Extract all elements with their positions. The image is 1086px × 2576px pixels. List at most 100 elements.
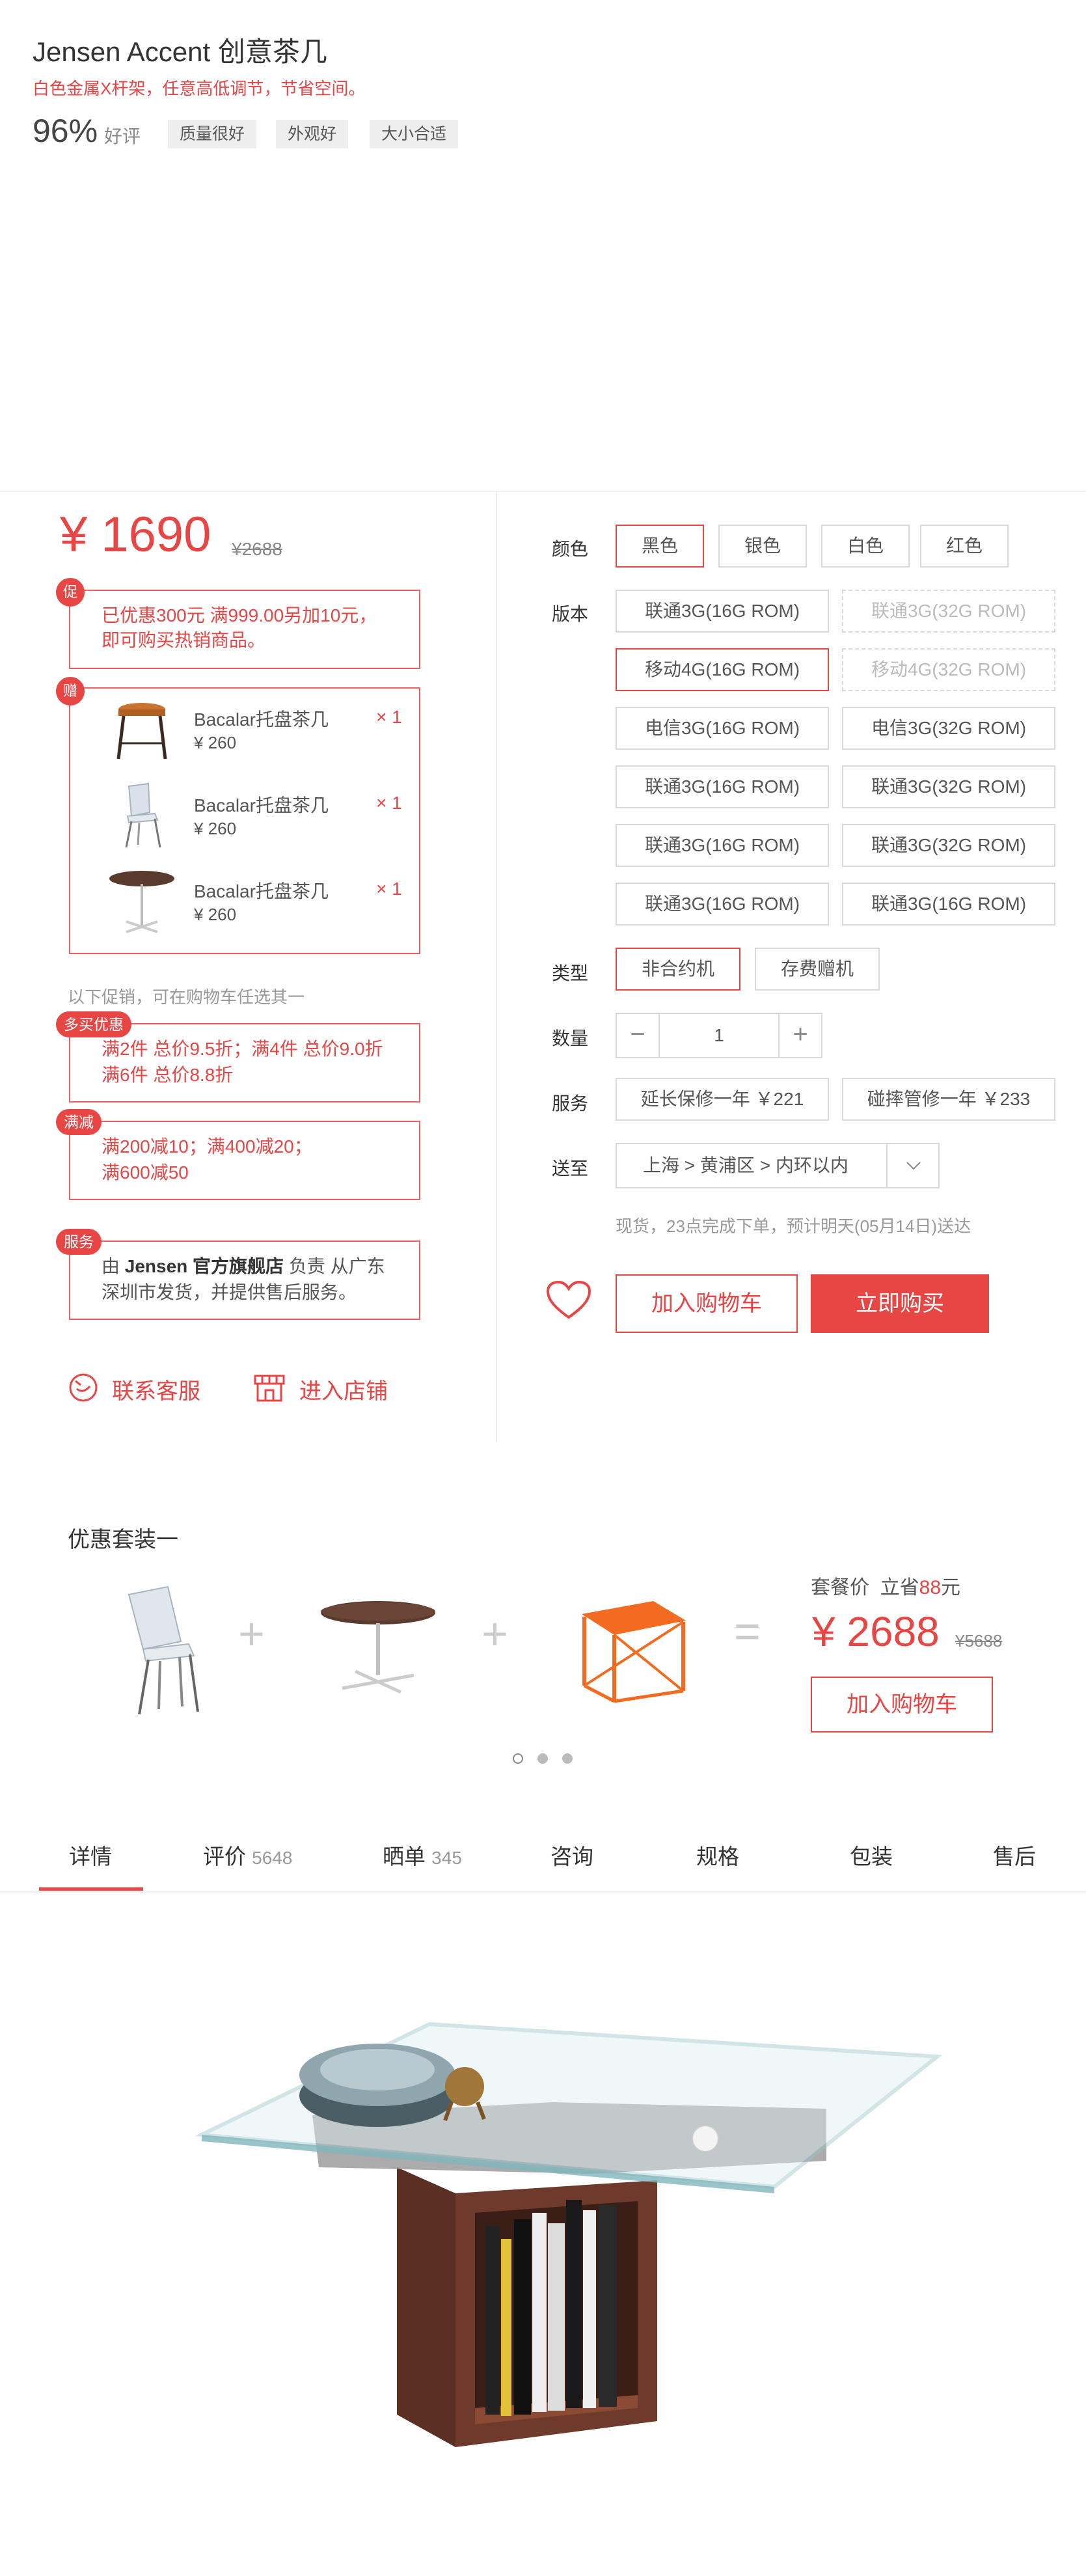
color-option[interactable]: 黑色 [616,525,704,568]
bundle-add-to-cart-button[interactable]: 加入购物车 [811,1677,993,1733]
gift-name: Bacalar托盘茶几 [194,881,329,901]
color-label: 颜色 [552,539,589,559]
service-badge: 服务 [56,1229,102,1255]
multibuy-badge: 多买优惠 [56,1011,131,1037]
quantity-stepper: − 1 + [616,1013,822,1058]
quantity-label: 数量 [552,1028,589,1048]
gift-promo: Bacalar托盘茶几 ¥ 260 × 1 Bacalar托盘茶几 ¥ 260 … [69,687,420,954]
gift-price: ¥ 260 [194,733,237,752]
contact-service-label: 联系客服 [112,1379,200,1404]
version-option[interactable]: 联通3G(32G ROM) [842,590,1055,633]
product-title: Jensen Accent 创意茶几 [33,36,327,67]
discount-text: 即可购买热销商品。 [102,630,266,650]
gift-price: ¥ 260 [194,819,237,838]
tab-details[interactable]: 详情 [69,1839,112,1870]
service-label: 服务 [552,1093,589,1114]
version-option[interactable]: 联通3G(16G ROM) [616,824,829,867]
promo-badge: 促 [56,578,85,607]
tab-count: 5648 [252,1848,293,1868]
version-option[interactable]: 联通3G(16G ROM) [616,883,829,925]
gift-badge: 赠 [56,677,85,706]
version-option[interactable]: 联通3G(16G ROM) [616,765,829,808]
version-label: 版本 [552,604,589,624]
version-option[interactable]: 联通3G(16G ROM) [616,590,829,633]
buy-now-button[interactable]: 立即购买 [811,1274,989,1333]
reduce-promo: 满200减10；满400减20； 满600减50 [69,1121,420,1200]
color-option[interactable]: 银色 [718,525,807,568]
type-option[interactable]: 存费赠机 [755,948,880,991]
gift-price: ¥ 260 [194,905,237,924]
ship-destination-select[interactable]: 上海 > 黄浦区 > 内环以内 [616,1143,940,1188]
favorite-heart-icon[interactable] [545,1280,592,1321]
tab-questions[interactable]: 咨询 [550,1839,593,1870]
add-to-cart-button[interactable]: 加入购物车 [616,1274,798,1333]
service-text: 深圳市发货，并提供售后服务。 [102,1282,357,1302]
enter-store-button[interactable]: 进入店铺 [252,1369,409,1406]
rating-label: 好评 [104,126,141,146]
delivery-estimate: 现货，23点完成下单，预计明天(05月14日)送达 [616,1216,971,1236]
type-label: 类型 [552,963,589,983]
bundle-item-orange-table [582,1601,686,1703]
chevron-down-icon[interactable] [886,1144,938,1187]
tab-reviews[interactable]: 评价 5648 [203,1839,292,1870]
version-option[interactable]: 移动4G(16G ROM) [616,648,829,691]
version-option[interactable]: 联通3G(32G ROM) [842,824,1055,867]
tab-label: 规格 [696,1844,739,1869]
contact-service-button[interactable]: 联系客服 [68,1369,237,1406]
tab-packaging[interactable]: 包装 [850,1839,893,1870]
divider [496,492,497,1442]
rating-percent: 96% [33,113,98,149]
review-tag[interactable]: 质量很好 [168,120,257,148]
service-line: 由 Jensen 官方旗舰店 负责 从广东 [102,1254,385,1280]
gift-image-table [116,703,167,760]
equals-sign: = [734,1606,761,1656]
product-detail-image [194,2021,942,2447]
tab-after-sales[interactable]: 售后 [993,1839,1036,1870]
promo-note: 以下促销，可在购物车任选其一 [68,987,305,1007]
store-icon [254,1375,285,1402]
carousel-dot-active[interactable] [513,1753,523,1764]
tab-label: 咨询 [550,1844,593,1869]
quantity-increase-button[interactable]: + [778,1014,821,1057]
bundle-save-prefix: 立省 [880,1577,919,1598]
tab-specs[interactable]: 规格 [696,1839,739,1870]
tab-label: 包装 [850,1844,893,1869]
color-option[interactable]: 白色 [821,525,910,568]
version-option[interactable]: 联通3G(32G ROM) [842,765,1055,808]
gift-qty: × 1 [376,793,402,813]
bundle-price-label: 套餐价 [811,1577,869,1598]
gift-image-round-table [109,871,174,933]
plus-sign: + [482,1608,508,1659]
ship-destination-value: 上海 > 黄浦区 > 内环以内 [643,1155,848,1175]
version-option[interactable]: 电信3G(16G ROM) [616,707,829,750]
gift-name: Bacalar托盘茶几 [194,709,329,730]
service-info: 由 Jensen 官方旗舰店 负责 从广东 深圳市发货，并提供售后服务。 [69,1240,420,1320]
original-price: ¥2688 [232,539,282,559]
reduce-text: 满600减50 [102,1162,189,1183]
tab-photos[interactable]: 晒单 345 [383,1839,462,1870]
bundle-price-label-line: 套餐价 立省88元 [811,1571,960,1600]
quantity-input[interactable]: 1 [660,1014,778,1057]
shop-name[interactable]: Jensen 官方旗舰店 [125,1256,284,1276]
color-option[interactable]: 红色 [920,525,1009,568]
service-option[interactable]: 延长保修一年 ￥221 [616,1078,829,1121]
version-option[interactable]: 电信3G(32G ROM) [842,707,1055,750]
version-option[interactable]: 移动4G(32G ROM) [842,648,1055,691]
carousel-dot[interactable] [537,1753,548,1764]
tab-count: 345 [431,1848,462,1868]
quantity-decrease-button[interactable]: − [617,1014,660,1057]
service-option[interactable]: 碰摔管修一年 ￥233 [842,1078,1055,1121]
review-tag[interactable]: 大小合适 [370,120,459,148]
type-option[interactable]: 非合约机 [616,948,740,991]
bundle-save-unit: 元 [941,1577,961,1598]
review-tag[interactable]: 外观好 [276,120,349,148]
multibuy-text: 满2件 总价9.5折；满4件 总价9.0折 [102,1039,383,1059]
bundle-original-price: ¥5688 [955,1631,1003,1651]
reduce-badge: 满减 [56,1109,102,1135]
divider [0,1891,1086,1893]
gift-name: Bacalar托盘茶几 [194,795,329,815]
version-option[interactable]: 联通3G(16G ROM) [842,883,1055,925]
plus-sign: + [238,1608,265,1659]
tab-label: 售后 [993,1844,1036,1869]
carousel-dot[interactable] [562,1753,573,1764]
